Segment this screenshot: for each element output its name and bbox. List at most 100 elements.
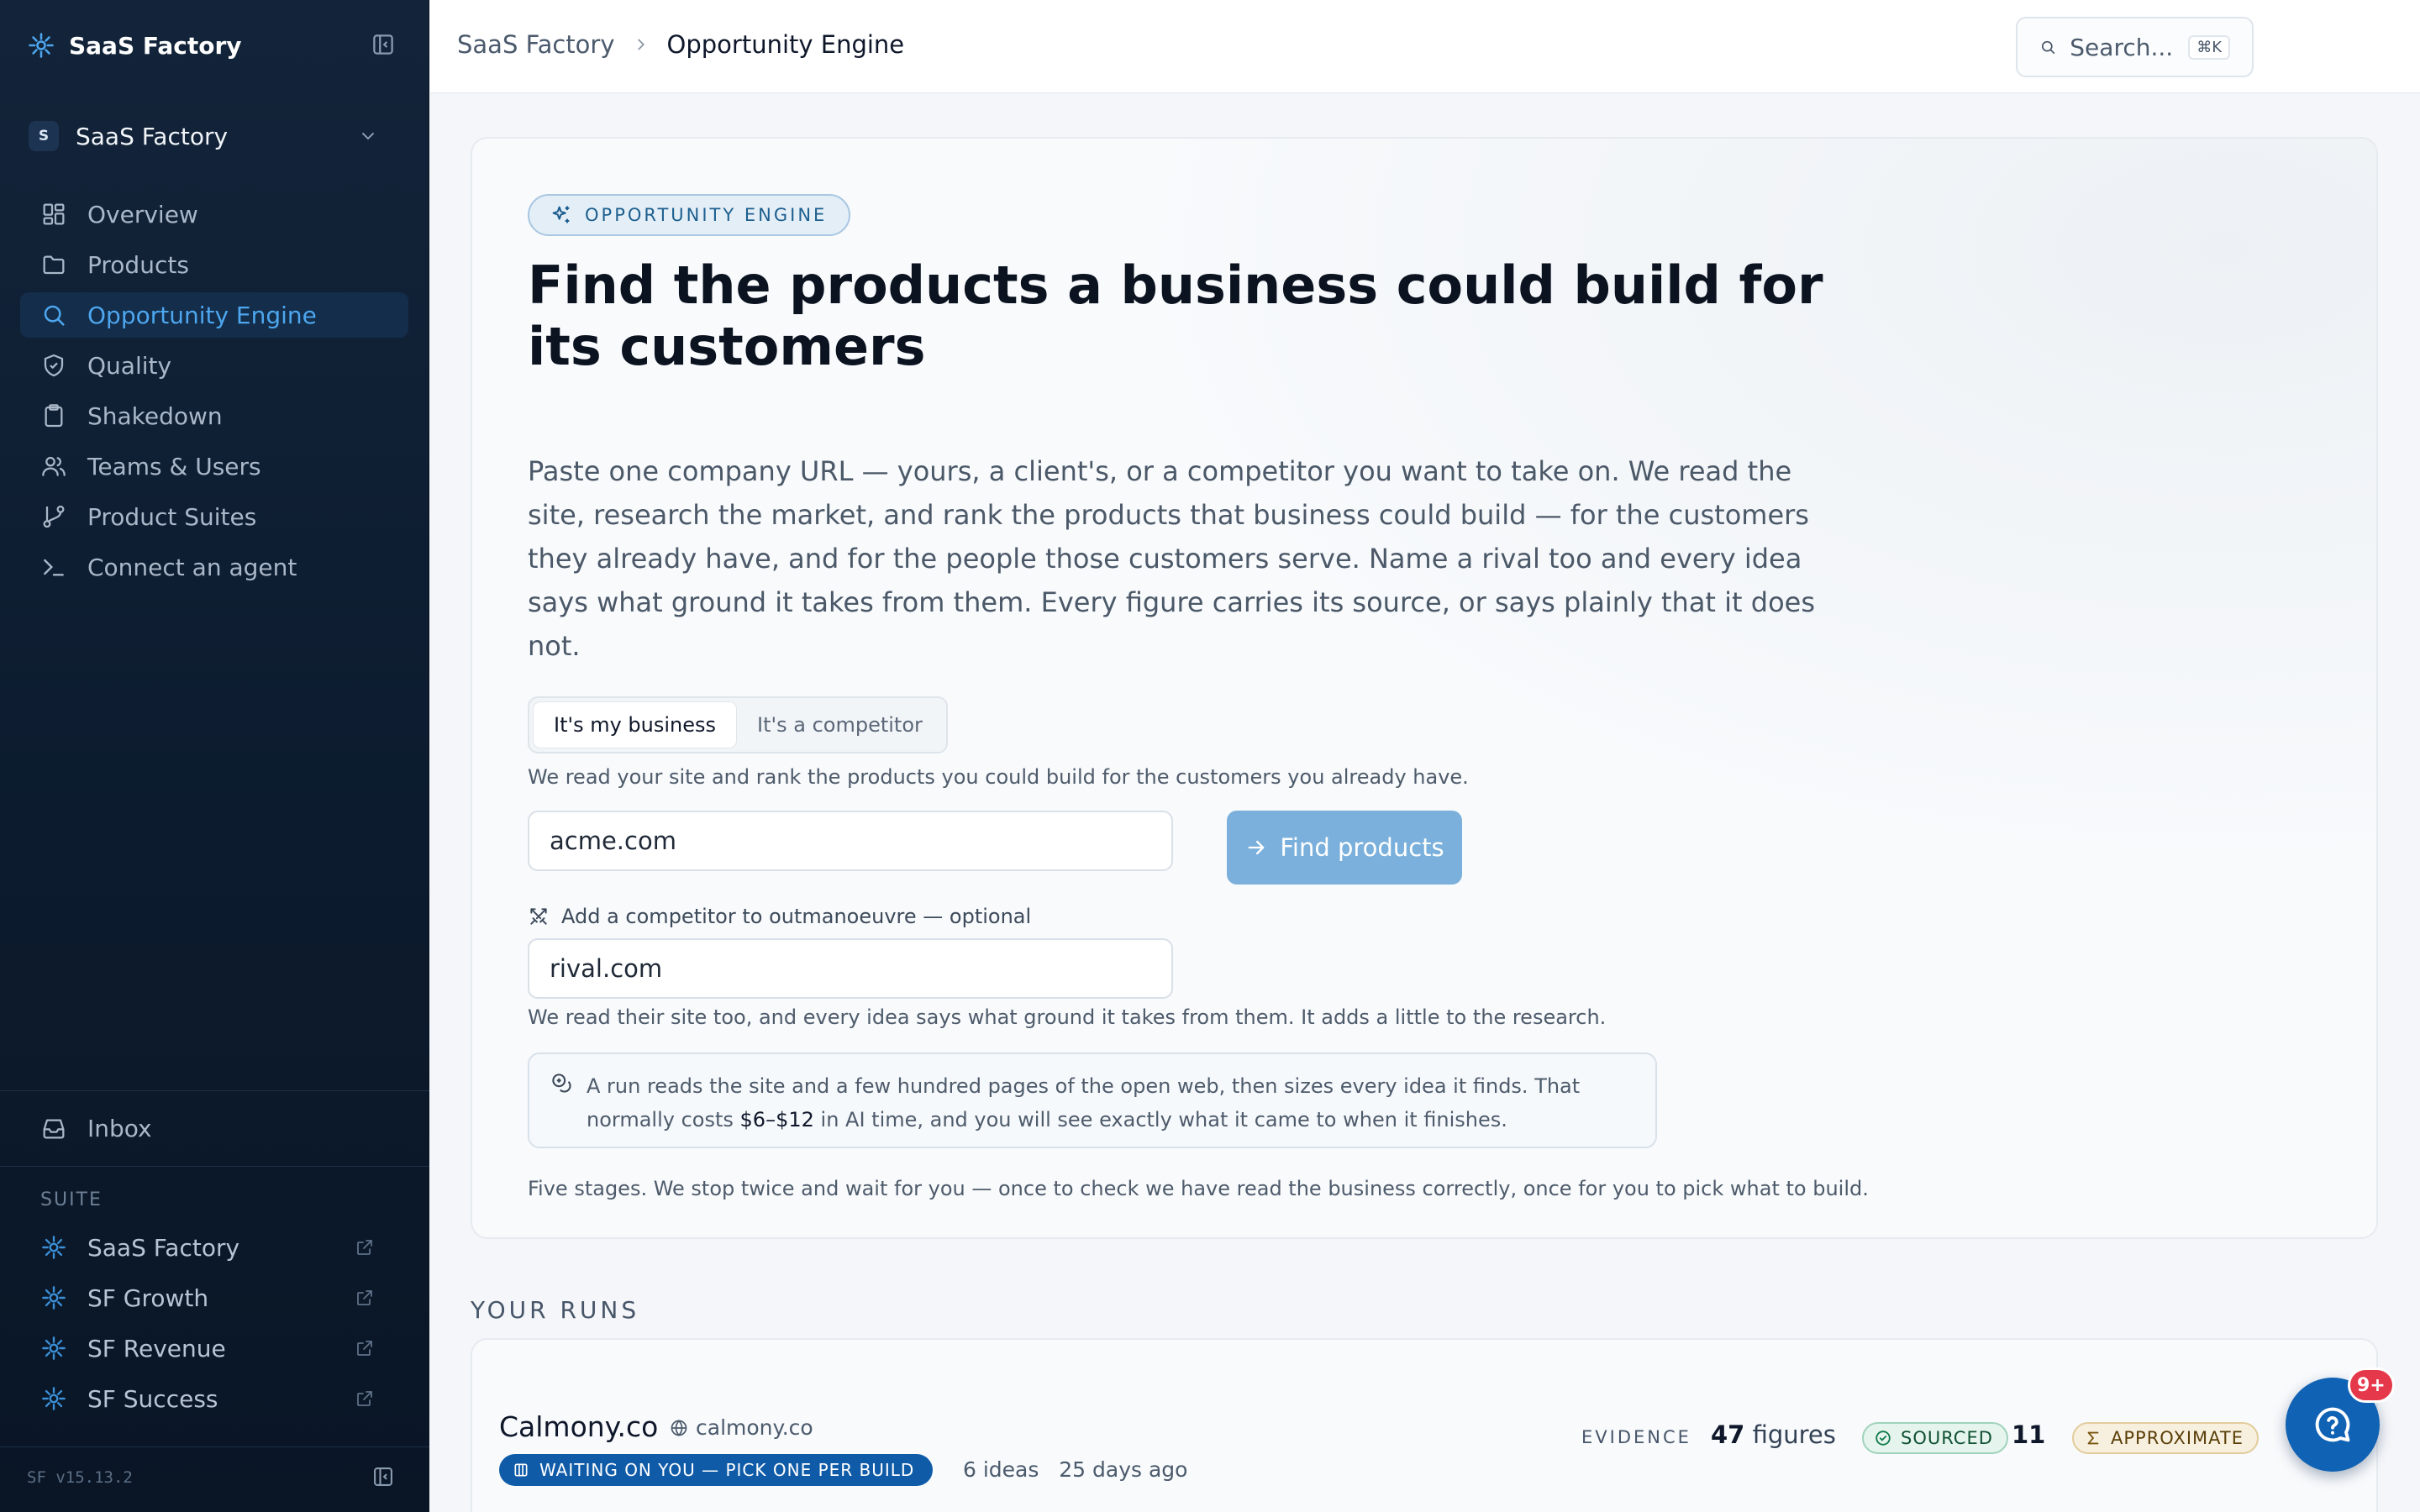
shield-check-icon <box>44 354 64 377</box>
evidence-figures: 47 figures <box>1711 1420 1836 1449</box>
folder-icon <box>43 255 65 275</box>
evidence-label: EVIDENCE <box>1581 1427 1691 1447</box>
workspace-avatar: S <box>29 121 59 151</box>
sidebar-item-overview[interactable]: Overview <box>20 192 408 237</box>
columns-icon <box>514 1463 528 1477</box>
sidebar-item-label: Quality <box>87 351 172 380</box>
clipboard-icon <box>45 404 63 428</box>
sidebar-item-opportunity-engine[interactable]: Opportunity Engine <box>20 292 408 338</box>
stages-note: Five stages. We stop twice and wait for … <box>528 1177 1869 1200</box>
collapse-sidebar-icon[interactable] <box>371 32 396 57</box>
run-meta: 6 ideas 25 days ago <box>963 1457 1187 1482</box>
suite-item-sf-growth[interactable]: SF Growth <box>20 1275 408 1320</box>
suite-logo-icon <box>42 1286 66 1310</box>
suite-logo-icon <box>42 1336 66 1360</box>
figures-unit: figures <box>1752 1420 1836 1449</box>
sparkles-icon <box>552 206 570 223</box>
coins-icon <box>552 1074 571 1093</box>
run-card[interactable]: Calmony.co calmony.co WAITING ON YOU — P… <box>471 1338 2378 1512</box>
sidebar-item-label: Products <box>87 250 189 279</box>
section-pill: OPPORTUNITY ENGINE <box>528 194 851 236</box>
cta-label: Find products <box>1280 833 1444 862</box>
runs-heading: YOUR RUNS <box>471 1296 640 1324</box>
competitor-label-text: Add a competitor to outmanoeuvre — optio… <box>561 905 1032 928</box>
opportunity-hero-card: OPPORTUNITY ENGINE Find the products a b… <box>471 137 2378 1239</box>
sidebar-item-label: Opportunity Engine <box>87 301 317 329</box>
page-description: Paste one company URL — yours, a client'… <box>528 455 1815 662</box>
search-button[interactable]: Search... ⌘K <box>2016 17 2254 77</box>
figures-count: 47 <box>1711 1420 1745 1449</box>
mode-toggle: It's my business It's a competitor <box>528 696 948 753</box>
suite-nav: SaaS Factory SF Growth SF Revenue SF Suc… <box>20 1225 408 1426</box>
sidebar-item-shakedown[interactable]: Shakedown <box>20 393 408 438</box>
suite-item-label: SF Growth <box>87 1284 209 1312</box>
competitor-url-input[interactable] <box>528 938 1173 999</box>
search-placeholder: Search... <box>2070 33 2174 61</box>
sidebar-item-label: Inbox <box>87 1114 152 1142</box>
version-label: SF v15.13.2 <box>27 1468 133 1487</box>
sigma-icon <box>2087 1431 2099 1445</box>
sourced-count: 11 <box>2012 1420 2046 1449</box>
sidebar-item-products[interactable]: Products <box>20 242 408 287</box>
sidebar: SaaS Factory S SaaS Factory Overview Pro… <box>0 0 429 1512</box>
help-chat-icon <box>2315 1407 2350 1442</box>
sourced-tag: SOURCED <box>1862 1422 2008 1454</box>
sidebar-item-label: Product Suites <box>87 502 257 531</box>
suite-item-label: SF Revenue <box>87 1334 226 1362</box>
sidebar-item-label: Shakedown <box>87 402 223 430</box>
competitor-hint: We read their site too, and every idea s… <box>528 1005 1607 1029</box>
sidebar-item-label: Connect an agent <box>87 553 297 581</box>
sidebar-item-teams-users[interactable]: Teams & Users <box>20 444 408 489</box>
suite-item-sf-success[interactable]: SF Success <box>20 1376 408 1421</box>
main-content: OPPORTUNITY ENGINE Find the products a b… <box>430 93 2420 1512</box>
check-circle-icon <box>1876 1431 1891 1446</box>
cost-note: A run reads the site and a few hundred p… <box>528 1053 1657 1148</box>
notification-count-badge: 9+ <box>2348 1368 2395 1403</box>
sourced-label: SOURCED <box>1901 1428 1993 1448</box>
sidebar-divider <box>0 1090 429 1091</box>
sidebar-header: SaaS Factory <box>0 0 429 91</box>
mode-option-competitor[interactable]: It's a competitor <box>737 701 943 748</box>
cost-range: $6–$12 <box>739 1108 814 1131</box>
brand-name[interactable]: SaaS Factory <box>69 32 242 60</box>
git-branch-icon <box>43 505 65 528</box>
mode-hint: We read your site and rank the products … <box>528 765 1469 789</box>
swords-icon <box>530 908 547 925</box>
sidebar-item-label: Overview <box>87 200 198 228</box>
sidebar-item-product-suites[interactable]: Product Suites <box>20 494 408 539</box>
page-title: Find the products a business could build… <box>528 255 1823 377</box>
external-link-icon <box>357 1240 372 1255</box>
find-products-button[interactable]: Find products <box>1227 811 1462 885</box>
external-link-icon <box>357 1341 372 1356</box>
workspace-name: SaaS Factory <box>76 122 229 150</box>
approximate-tag: APPROXIMATE <box>2072 1422 2259 1454</box>
suite-item-saas-factory[interactable]: SaaS Factory <box>20 1225 408 1270</box>
run-domain-text: calmony.co <box>696 1415 813 1440</box>
mode-option-my-business[interactable]: It's my business <box>533 701 738 748</box>
chevron-right-icon <box>637 39 644 50</box>
company-url-input[interactable] <box>528 811 1173 871</box>
globe-icon <box>671 1419 687 1436</box>
arrow-right-icon <box>1249 840 1265 855</box>
run-name[interactable]: Calmony.co <box>499 1410 658 1443</box>
suite-item-label: SaaS Factory <box>87 1233 240 1262</box>
search-shortcut: ⌘K <box>2188 34 2230 60</box>
suite-heading: SUITE <box>40 1189 103 1210</box>
status-label: WAITING ON YOU — PICK ONE PER BUILD <box>539 1460 915 1480</box>
suite-logo-icon <box>42 1236 66 1259</box>
sidebar-item-quality[interactable]: Quality <box>20 343 408 388</box>
cost-note-post: in AI time, and you will see exactly wha… <box>813 1108 1507 1131</box>
search-icon <box>44 305 65 326</box>
competitor-label: Add a competitor to outmanoeuvre — optio… <box>528 905 1031 928</box>
collapse-sidebar-icon[interactable] <box>371 1465 395 1488</box>
sidebar-item-label: Teams & Users <box>87 452 261 480</box>
suite-item-label: SF Success <box>87 1384 218 1413</box>
breadcrumb-root[interactable]: SaaS Factory <box>457 30 615 59</box>
suite-item-sf-revenue[interactable]: SF Revenue <box>20 1326 408 1371</box>
external-link-icon <box>357 1290 372 1305</box>
topbar: SaaS Factory Opportunity Engine Search..… <box>430 0 2420 93</box>
inbox-section: Inbox <box>20 1105 408 1156</box>
workspace-switcher[interactable]: S SaaS Factory <box>20 113 408 160</box>
sidebar-item-connect-agent[interactable]: Connect an agent <box>20 544 408 590</box>
sidebar-item-inbox[interactable]: Inbox <box>20 1105 408 1151</box>
